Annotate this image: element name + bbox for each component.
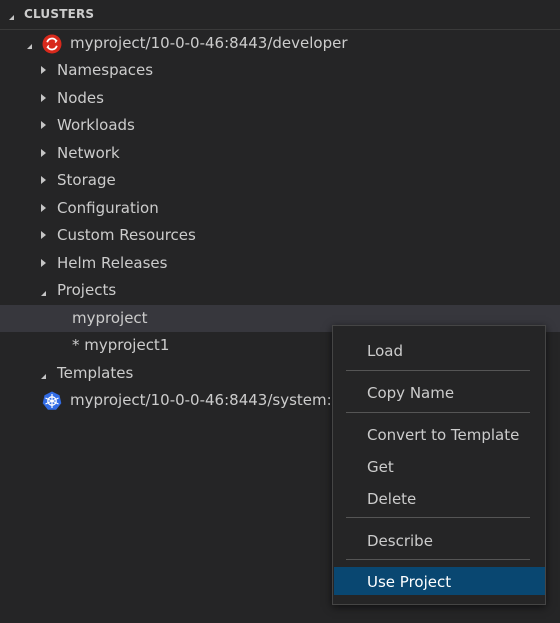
chevron-right-icon[interactable]	[41, 176, 46, 184]
tree-item-workloads[interactable]: Workloads	[0, 112, 560, 139]
menu-item-get[interactable]: Get	[334, 454, 545, 480]
menu-item-label: Load	[367, 342, 403, 360]
tree-item-label: Storage	[57, 171, 116, 189]
tree-item-custom-resources[interactable]: Custom Resources	[0, 222, 560, 249]
menu-item-label: Copy Name	[367, 384, 455, 402]
tree-item-label: Namespaces	[57, 61, 154, 79]
menu-item-label: Convert to Template	[367, 426, 520, 444]
tree-item-label: Templates	[57, 364, 134, 382]
project-label: myproject	[72, 309, 148, 327]
tree-item-label: Projects	[57, 281, 117, 299]
cluster-label: myproject/10-0-0-46:8443/system:ac	[70, 391, 350, 409]
tree-item-storage[interactable]: Storage	[0, 167, 560, 194]
menu-item-label: Get	[367, 458, 394, 476]
menu-separator	[346, 370, 530, 371]
menu-item-delete[interactable]: Delete	[334, 486, 545, 512]
chevron-right-icon[interactable]	[41, 121, 46, 129]
clusters-explorer: CLUSTERS myproject/10-0-0-46:8443/develo…	[0, 0, 560, 623]
tree-item-configuration[interactable]: Configuration	[0, 195, 560, 222]
tree-item-label: Nodes	[57, 89, 104, 107]
tree-item-label: Helm Releases	[57, 254, 168, 272]
chevron-right-icon[interactable]	[41, 66, 46, 74]
cluster-row-developer[interactable]: myproject/10-0-0-46:8443/developer	[0, 30, 560, 57]
menu-item-use-project[interactable]: Use Project	[334, 567, 545, 595]
menu-item-convert-to-template[interactable]: Convert to Template	[334, 422, 545, 448]
tree-item-projects[interactable]: Projects	[0, 277, 560, 304]
tree-item-nodes[interactable]: Nodes	[0, 85, 560, 112]
tree-item-network[interactable]: Network	[0, 140, 560, 167]
chevron-right-icon[interactable]	[41, 259, 46, 267]
menu-item-describe[interactable]: Describe	[334, 528, 545, 554]
tree-item-label: Network	[57, 144, 120, 162]
clusters-section-header[interactable]: CLUSTERS	[0, 0, 560, 30]
menu-separator	[346, 517, 530, 518]
tree-item-namespaces[interactable]: Namespaces	[0, 57, 560, 84]
context-menu: Load Copy Name Convert to Template Get D…	[332, 325, 546, 605]
section-title: CLUSTERS	[24, 7, 95, 21]
tree-item-label: Workloads	[57, 116, 135, 134]
cluster-label: myproject/10-0-0-46:8443/developer	[70, 34, 348, 52]
chevron-right-icon[interactable]	[41, 149, 46, 157]
chevron-down-icon[interactable]	[41, 286, 46, 296]
chevron-right-icon[interactable]	[41, 231, 46, 239]
menu-item-label: Delete	[367, 490, 417, 508]
chevron-right-icon[interactable]	[41, 94, 46, 102]
section-collapse-icon[interactable]	[9, 10, 14, 20]
menu-separator	[346, 559, 530, 560]
menu-separator	[346, 412, 530, 413]
tree-item-label: Custom Resources	[57, 226, 196, 244]
chevron-right-icon[interactable]	[41, 204, 46, 212]
tree-item-label: Configuration	[57, 199, 159, 217]
kubernetes-icon	[42, 391, 62, 420]
chevron-down-icon[interactable]	[41, 369, 46, 379]
menu-item-copy-name[interactable]: Copy Name	[334, 380, 545, 406]
menu-item-label: Use Project	[367, 573, 452, 591]
project-label: * myproject1	[72, 336, 170, 354]
tree-item-helm-releases[interactable]: Helm Releases	[0, 250, 560, 277]
cluster-expand-icon[interactable]	[27, 39, 32, 49]
menu-item-label: Describe	[367, 532, 433, 550]
menu-item-load[interactable]: Load	[334, 338, 545, 364]
